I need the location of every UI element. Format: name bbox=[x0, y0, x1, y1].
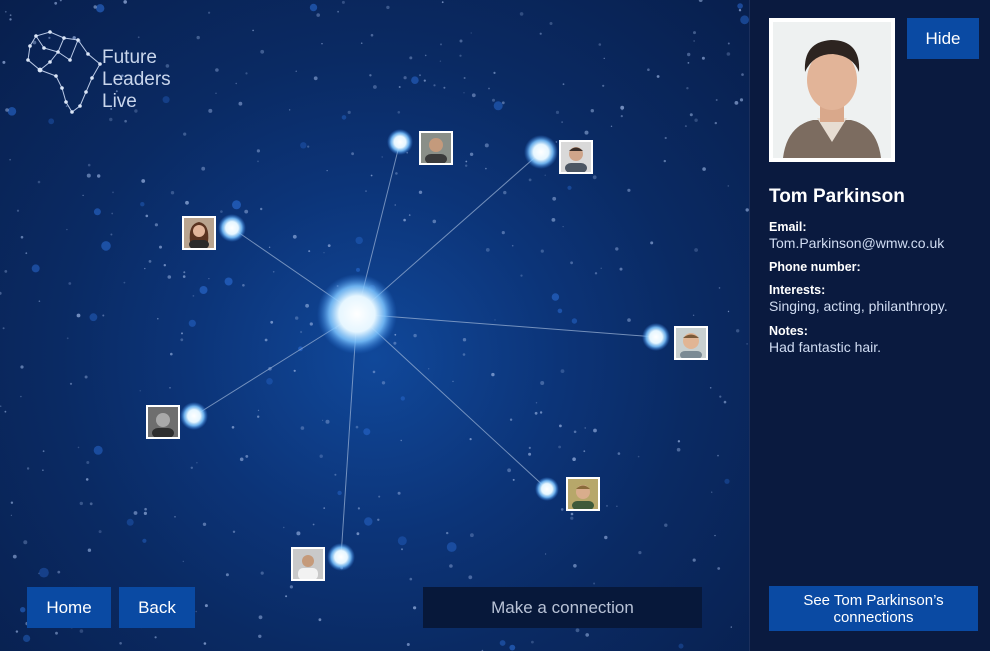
interests-field: Interests: Singing, acting, philanthropy… bbox=[769, 282, 948, 314]
notes-value: Had fantastic hair. bbox=[769, 339, 882, 355]
notes-label: Notes: bbox=[769, 324, 808, 338]
person-avatar-icon bbox=[773, 22, 891, 158]
contact-avatar[interactable] bbox=[182, 216, 216, 250]
contact-avatar[interactable] bbox=[559, 140, 593, 174]
person-avatar-icon bbox=[184, 218, 214, 248]
contact-avatar[interactable] bbox=[291, 547, 325, 581]
person-avatar-icon bbox=[421, 133, 451, 163]
connection-line bbox=[356, 313, 657, 338]
contact-avatar[interactable] bbox=[419, 131, 453, 165]
email-field: Email: Tom.Parkinson@wmw.co.uk bbox=[769, 219, 944, 251]
profile-photo bbox=[769, 18, 895, 162]
contact-node[interactable] bbox=[327, 543, 355, 571]
contact-node[interactable] bbox=[387, 129, 413, 155]
interests-label: Interests: bbox=[769, 283, 826, 297]
contact-node[interactable] bbox=[180, 402, 208, 430]
person-avatar-icon bbox=[676, 328, 706, 358]
contact-node[interactable] bbox=[218, 214, 246, 242]
logo-text: Future Leaders Live bbox=[102, 47, 171, 112]
see-connections-button[interactable]: See Tom Parkinson’s connections bbox=[769, 586, 978, 631]
contact-avatar[interactable] bbox=[566, 477, 600, 511]
make-connection-button[interactable]: Make a connection bbox=[423, 587, 702, 628]
person-avatar-icon bbox=[293, 549, 323, 579]
contact-avatar[interactable] bbox=[146, 405, 180, 439]
phone-field: Phone number: bbox=[769, 259, 861, 275]
notes-field: Notes: Had fantastic hair. bbox=[769, 323, 881, 355]
email-label: Email: bbox=[769, 220, 807, 234]
email-value: Tom.Parkinson@wmw.co.uk bbox=[769, 235, 945, 251]
home-button[interactable]: Home bbox=[27, 587, 111, 628]
person-avatar-icon bbox=[148, 407, 178, 437]
interests-value: Singing, acting, philanthropy. bbox=[769, 298, 948, 314]
hide-button[interactable]: Hide bbox=[907, 18, 979, 59]
profile-name: Tom Parkinson bbox=[769, 186, 905, 207]
person-avatar-icon bbox=[568, 479, 598, 509]
contact-avatar[interactable] bbox=[674, 326, 708, 360]
back-button[interactable]: Back bbox=[119, 587, 195, 628]
contact-node[interactable] bbox=[535, 477, 559, 501]
phone-label: Phone number: bbox=[769, 260, 861, 274]
contact-node[interactable] bbox=[642, 323, 670, 351]
contact-node[interactable] bbox=[524, 135, 558, 169]
person-avatar-icon bbox=[561, 142, 591, 172]
network-stage: Future Leaders Live Home Back Make a con… bbox=[0, 0, 749, 651]
center-node[interactable] bbox=[317, 274, 397, 354]
profile-panel: Hide Tom Parkinson Email: Tom.Parkinson@… bbox=[749, 0, 990, 651]
